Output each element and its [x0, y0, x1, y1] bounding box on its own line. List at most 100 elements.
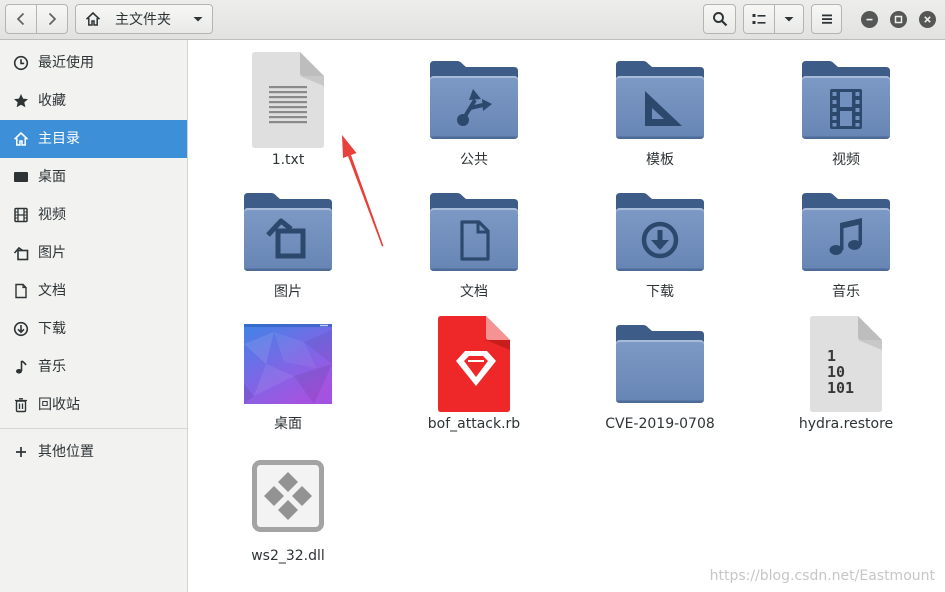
sidebar-item-label: 回收站: [38, 397, 80, 413]
dropdown-arrow-icon: [193, 17, 203, 22]
folder-download-icon: [567, 180, 753, 284]
download-icon: [13, 321, 29, 337]
sidebar-item-downloads[interactable]: 下载: [0, 310, 187, 348]
maximize-icon: [894, 15, 903, 24]
folder-item[interactable]: 图片: [195, 180, 381, 312]
sidebar-item-other-locations[interactable]: 其他位置: [0, 433, 187, 471]
home-icon: [85, 11, 101, 26]
file-name: 下载: [646, 284, 674, 300]
sidebar-item-label: 桌面: [38, 169, 66, 185]
document-icon: [15, 283, 27, 299]
home-icon: [13, 131, 29, 146]
sidebar-item-label: 最近使用: [38, 55, 94, 71]
file-name: 音乐: [832, 284, 860, 300]
folder-icon: [567, 312, 753, 416]
close-button[interactable]: [919, 11, 936, 28]
sidebar-item-recent[interactable]: 最近使用: [0, 44, 187, 82]
sidebar-item-home[interactable]: 主目录: [0, 120, 187, 158]
folder-item[interactable]: 音乐: [753, 180, 939, 312]
view-options-dropdown-button[interactable]: [774, 4, 804, 34]
folder-item[interactable]: 模板: [567, 48, 753, 180]
folder-item[interactable]: 文档: [381, 180, 567, 312]
folder-pictures-icon: [195, 180, 381, 284]
file-name: hydra.restore: [798, 416, 894, 432]
music-icon: [16, 360, 27, 374]
folder-videos-icon: [753, 48, 939, 152]
watermark-text: https://blog.csdn.net/Eastmount: [709, 568, 935, 584]
back-button[interactable]: [5, 4, 37, 34]
search-icon: [712, 12, 727, 27]
clock-icon: [13, 55, 29, 71]
text-file-icon: [195, 48, 381, 152]
sidebar-item-label: 主目录: [38, 131, 80, 147]
ruby-file-icon: [381, 312, 567, 416]
desktop-thumbnail-icon: [195, 312, 381, 416]
folder-music-icon: [753, 180, 939, 284]
search-button[interactable]: [703, 4, 736, 34]
folder-item[interactable]: 桌面: [195, 312, 381, 444]
binary-file-icon: 1 10 101: [753, 312, 939, 416]
sidebar-item-desktop[interactable]: 桌面: [0, 158, 187, 196]
file-name: ws2_32.dll: [251, 548, 325, 564]
sidebar-item-label: 其他位置: [38, 444, 94, 460]
folder-item[interactable]: 下载: [567, 180, 753, 312]
file-name: bof_attack.rb: [427, 416, 521, 432]
folder-item[interactable]: 视频: [753, 48, 939, 180]
chevron-left-icon: [16, 12, 25, 26]
file-name: 模板: [646, 152, 674, 168]
plus-icon: [16, 447, 26, 457]
sidebar-item-label: 视频: [38, 207, 66, 223]
desktop-icon: [14, 172, 28, 182]
sidebar-item-pictures[interactable]: 图片: [0, 234, 187, 272]
star-icon: [14, 94, 28, 108]
menu-button[interactable]: [811, 4, 842, 34]
dropdown-arrow-icon: [784, 17, 794, 22]
picture-icon: [13, 246, 29, 261]
folder-templates-icon: [567, 48, 753, 152]
file-item[interactable]: 1.txt: [195, 48, 381, 180]
sidebar-item-label: 图片: [38, 245, 66, 261]
path-bar-home-button[interactable]: 主文件夹: [75, 4, 213, 34]
trash-icon: [15, 398, 27, 413]
video-icon: [14, 207, 28, 223]
file-name: 桌面: [274, 416, 302, 432]
sidebar-item-videos[interactable]: 视频: [0, 196, 187, 234]
folder-public-icon: [381, 48, 567, 152]
file-name: 文档: [460, 284, 488, 300]
folder-item[interactable]: 公共: [381, 48, 567, 180]
header-bar: 主文件夹: [0, 0, 945, 40]
folder-item[interactable]: CVE-2019-0708: [567, 312, 753, 444]
file-manager-window: 主文件夹 最近使用 收藏 主目录 桌面 视频 图片 文档 下载 音乐 回收站 其…: [0, 0, 945, 592]
sidebar-item-label: 收藏: [38, 93, 66, 109]
file-name: 图片: [274, 284, 302, 300]
file-item[interactable]: ws2_32.dll: [195, 444, 381, 576]
sidebar-item-label: 文档: [38, 283, 66, 299]
file-name: 视频: [832, 152, 860, 168]
hamburger-menu-icon: [821, 14, 832, 24]
minimize-button[interactable]: [861, 11, 878, 28]
file-name: 公共: [460, 152, 488, 168]
sidebar-item-label: 下载: [38, 321, 66, 337]
file-item[interactable]: bof_attack.rb: [381, 312, 567, 444]
sidebar-item-starred[interactable]: 收藏: [0, 82, 187, 120]
chevron-right-icon: [48, 12, 57, 26]
path-bar-label: 主文件夹: [115, 11, 171, 27]
folder-documents-icon: [381, 180, 567, 284]
file-icon-view: 1.txt 公共 模板 视频 图片 文档 下载 音乐 桌面 bof_attack…: [188, 40, 945, 592]
maximize-button[interactable]: [890, 11, 907, 28]
sidebar-item-music[interactable]: 音乐: [0, 348, 187, 386]
places-sidebar: 最近使用 收藏 主目录 桌面 视频 图片 文档 下载 音乐 回收站 其他位置: [0, 40, 188, 592]
forward-button[interactable]: [36, 4, 68, 34]
svg-text:101: 101: [827, 379, 854, 397]
sidebar-separator: [0, 428, 187, 429]
list-view-icon: [752, 14, 766, 24]
file-item[interactable]: 1 10 101 hydra.restore: [753, 312, 939, 444]
view-mode-button[interactable]: [743, 4, 775, 34]
minimize-icon: [866, 18, 873, 21]
close-icon: [924, 16, 931, 23]
dll-file-icon: [195, 444, 381, 548]
sidebar-item-documents[interactable]: 文档: [0, 272, 187, 310]
sidebar-item-label: 音乐: [38, 359, 66, 375]
sidebar-item-trash[interactable]: 回收站: [0, 386, 187, 424]
file-name: CVE-2019-0708: [605, 416, 715, 432]
